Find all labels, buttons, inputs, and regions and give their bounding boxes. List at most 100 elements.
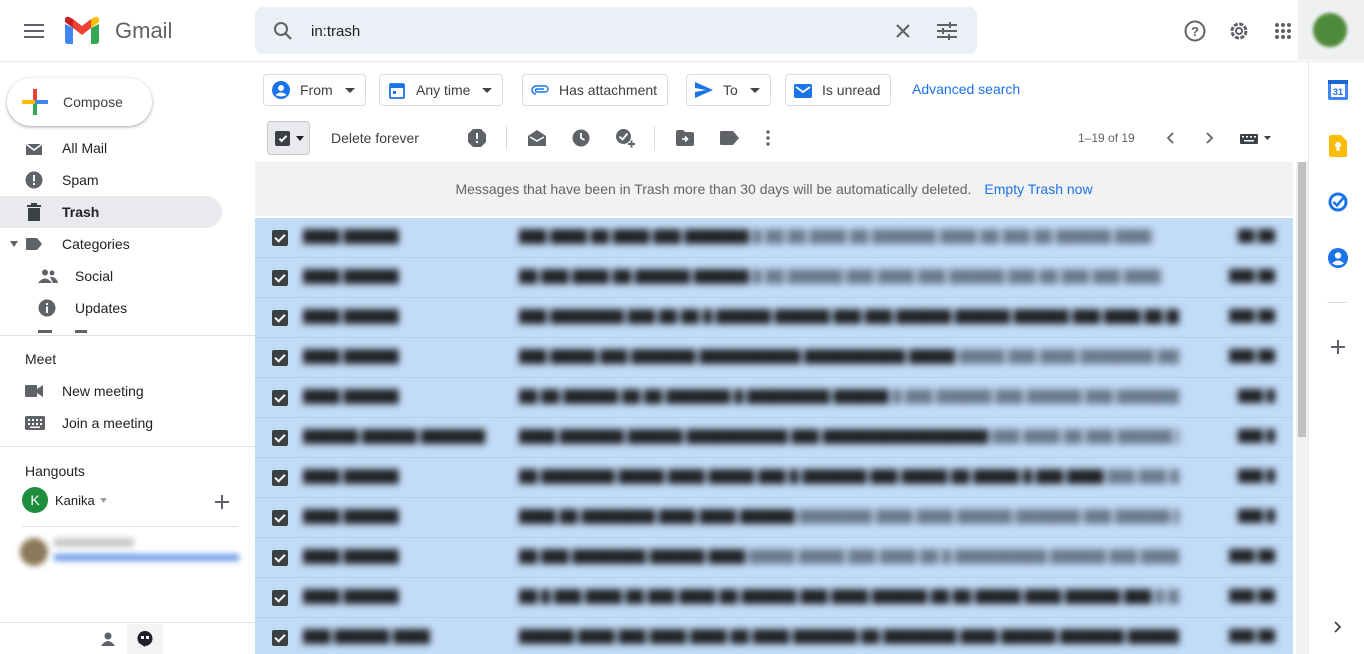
all-mail-icon xyxy=(25,143,43,155)
row-sender-blurred: ██████ ██████ ███████ xyxy=(303,429,486,444)
sidebar-item-label: Social xyxy=(75,268,114,284)
sidebar-item-social[interactable]: Social xyxy=(0,260,222,292)
row-checkbox[interactable] xyxy=(272,270,288,286)
snooze-clock-icon[interactable] xyxy=(570,127,592,149)
select-all-checkbox-dropdown[interactable] xyxy=(267,121,310,155)
delete-forever-button[interactable]: Delete forever xyxy=(331,130,419,146)
message-list-scrollbar[interactable] xyxy=(1296,162,1308,654)
pagination-count: 1–19 of 19 xyxy=(1078,131,1135,145)
contacts-app-icon[interactable] xyxy=(1327,247,1349,269)
get-addons-plus-icon[interactable] xyxy=(1327,336,1349,358)
expand-caret-icon[interactable] xyxy=(10,241,18,247)
row-checkbox[interactable] xyxy=(272,590,288,606)
send-icon xyxy=(695,81,713,99)
report-spam-icon[interactable] xyxy=(466,127,488,149)
keep-app-icon[interactable] xyxy=(1327,135,1349,157)
trash-icon xyxy=(27,203,41,221)
sidebar-item-categories[interactable]: Categories xyxy=(0,228,222,260)
row-checkbox[interactable] xyxy=(272,390,288,406)
table-row[interactable]: ████ ██████ ██ ███ ████████ ██████ ████ █… xyxy=(255,538,1293,578)
divider xyxy=(0,335,255,336)
next-page-icon[interactable] xyxy=(1199,127,1221,149)
hangouts-conversation-blurred[interactable] xyxy=(20,534,240,570)
apps-grid-icon[interactable] xyxy=(1270,18,1296,44)
search-options-icon[interactable] xyxy=(935,19,959,43)
sidebar-item-trash[interactable]: Trash xyxy=(0,196,222,228)
main-menu-icon[interactable] xyxy=(20,17,48,45)
filter-is-unread-chip[interactable]: Is unread xyxy=(785,74,892,106)
label-as-icon[interactable] xyxy=(718,127,740,149)
input-tools-keyboard-icon[interactable] xyxy=(1236,127,1276,149)
account-avatar[interactable] xyxy=(1313,13,1347,47)
sidebar-item-updates[interactable]: Updates xyxy=(0,292,222,324)
divider xyxy=(0,446,255,447)
spam-icon xyxy=(25,171,43,189)
row-date-blurred: ███ ██ xyxy=(1229,629,1275,643)
previous-page-icon[interactable] xyxy=(1159,127,1181,149)
hangouts-section-title: Hangouts xyxy=(25,463,85,479)
clipped-nav-item xyxy=(38,330,52,333)
new-meeting-item[interactable]: New meeting xyxy=(0,375,222,407)
table-row[interactable]: ████ ██████ ██ █ ███ ████ ██ ███ ████ ██ … xyxy=(255,578,1293,618)
gmail-logo-icon[interactable] xyxy=(63,16,101,44)
empty-trash-now-link[interactable]: Empty Trash now xyxy=(984,181,1092,197)
mark-as-read-icon[interactable] xyxy=(526,127,548,149)
hangouts-user-avatar[interactable]: K xyxy=(22,487,48,513)
filter-any-time-chip[interactable]: Any time xyxy=(379,74,504,106)
add-to-tasks-icon[interactable] xyxy=(614,127,636,149)
row-checkbox[interactable] xyxy=(272,470,288,486)
join-meeting-item[interactable]: Join a meeting xyxy=(0,407,222,439)
hangouts-user-name[interactable]: Kanika xyxy=(55,493,95,508)
search-bar[interactable] xyxy=(255,7,977,54)
scrollbar-thumb[interactable] xyxy=(1298,162,1306,437)
table-row[interactable]: ██████ ██████ ███████ ████ ███████ ██████… xyxy=(255,418,1293,458)
advanced-search-link[interactable]: Advanced search xyxy=(912,81,1020,97)
row-checkbox[interactable] xyxy=(272,430,288,446)
filter-has-attachment-chip[interactable]: Has attachment xyxy=(522,74,669,106)
calendar-app-icon[interactable]: 31 xyxy=(1327,79,1349,101)
tasks-app-icon[interactable] xyxy=(1327,191,1349,213)
user-status-dropdown-icon[interactable] xyxy=(100,498,107,503)
table-row[interactable]: ████ ██████ ██ ███ ████ ██ ██████ ██████ … xyxy=(255,258,1293,298)
sidebar: Compose All Mail Spam Trash Categories S… xyxy=(0,62,255,654)
updates-icon xyxy=(38,299,56,317)
contacts-person-icon[interactable] xyxy=(101,632,115,646)
show-side-panel-chevron-icon[interactable] xyxy=(1327,616,1349,638)
filter-any-time-label: Any time xyxy=(416,82,471,98)
table-row[interactable]: ████ ██████ ██ ██ ██████ ██ ██ ███████ █ … xyxy=(255,378,1293,418)
message-list: ████ ██████ ███ ████ ██ ████ ███ ███████ … xyxy=(255,218,1293,654)
row-checkbox[interactable] xyxy=(272,350,288,366)
clear-search-icon[interactable] xyxy=(891,19,915,43)
hangouts-quote-icon xyxy=(137,631,153,647)
filter-to-chip[interactable]: To xyxy=(686,74,771,106)
row-subject-blurred: ██████ ████ ███ ████ ████ ██ ████ ██████… xyxy=(519,629,1179,644)
search-input[interactable] xyxy=(311,20,871,42)
compose-button[interactable]: Compose xyxy=(7,78,152,126)
move-to-folder-icon[interactable] xyxy=(674,127,696,149)
table-row[interactable]: ████ ██████ ███ ████ ██ ████ ███ ███████ … xyxy=(255,218,1293,258)
row-checkbox[interactable] xyxy=(272,630,288,646)
filter-has-attachment-label: Has attachment xyxy=(559,82,658,98)
row-checkbox[interactable] xyxy=(272,510,288,526)
select-all-checkbox[interactable] xyxy=(275,131,290,146)
settings-gear-icon[interactable] xyxy=(1226,18,1252,44)
row-date-blurred: ██ ██ xyxy=(1237,229,1275,243)
table-row[interactable]: ████ ██████ ████ ██ ████████ ████ ████ ██… xyxy=(255,498,1293,538)
new-conversation-plus-icon[interactable] xyxy=(215,495,229,509)
table-row[interactable]: ████ ██████ ███ ████████ ███ ██ ██ █ ████… xyxy=(255,298,1293,338)
row-sender-blurred: ████ ██████ xyxy=(303,469,399,484)
more-options-icon[interactable] xyxy=(757,127,779,149)
keyboard-icon xyxy=(25,416,45,430)
filter-from-chip[interactable]: From xyxy=(263,74,366,106)
row-checkbox[interactable] xyxy=(272,230,288,246)
sidebar-item-spam[interactable]: Spam xyxy=(0,164,222,196)
meet-section-title: Meet xyxy=(25,351,57,367)
sidebar-item-all-mail[interactable]: All Mail xyxy=(0,132,222,164)
row-checkbox[interactable] xyxy=(272,550,288,566)
table-row[interactable]: ███ ██████ ████ ██████ ████ ███ ████ ████… xyxy=(255,618,1293,654)
help-icon[interactable]: ? xyxy=(1182,18,1208,44)
row-checkbox[interactable] xyxy=(272,310,288,326)
table-row[interactable]: ████ ██████ ██ ████████ █████ ████ █████ … xyxy=(255,458,1293,498)
table-row[interactable]: ████ ██████ ███ █████ ███ ███████ ███████… xyxy=(255,338,1293,378)
search-icon[interactable] xyxy=(271,19,295,43)
